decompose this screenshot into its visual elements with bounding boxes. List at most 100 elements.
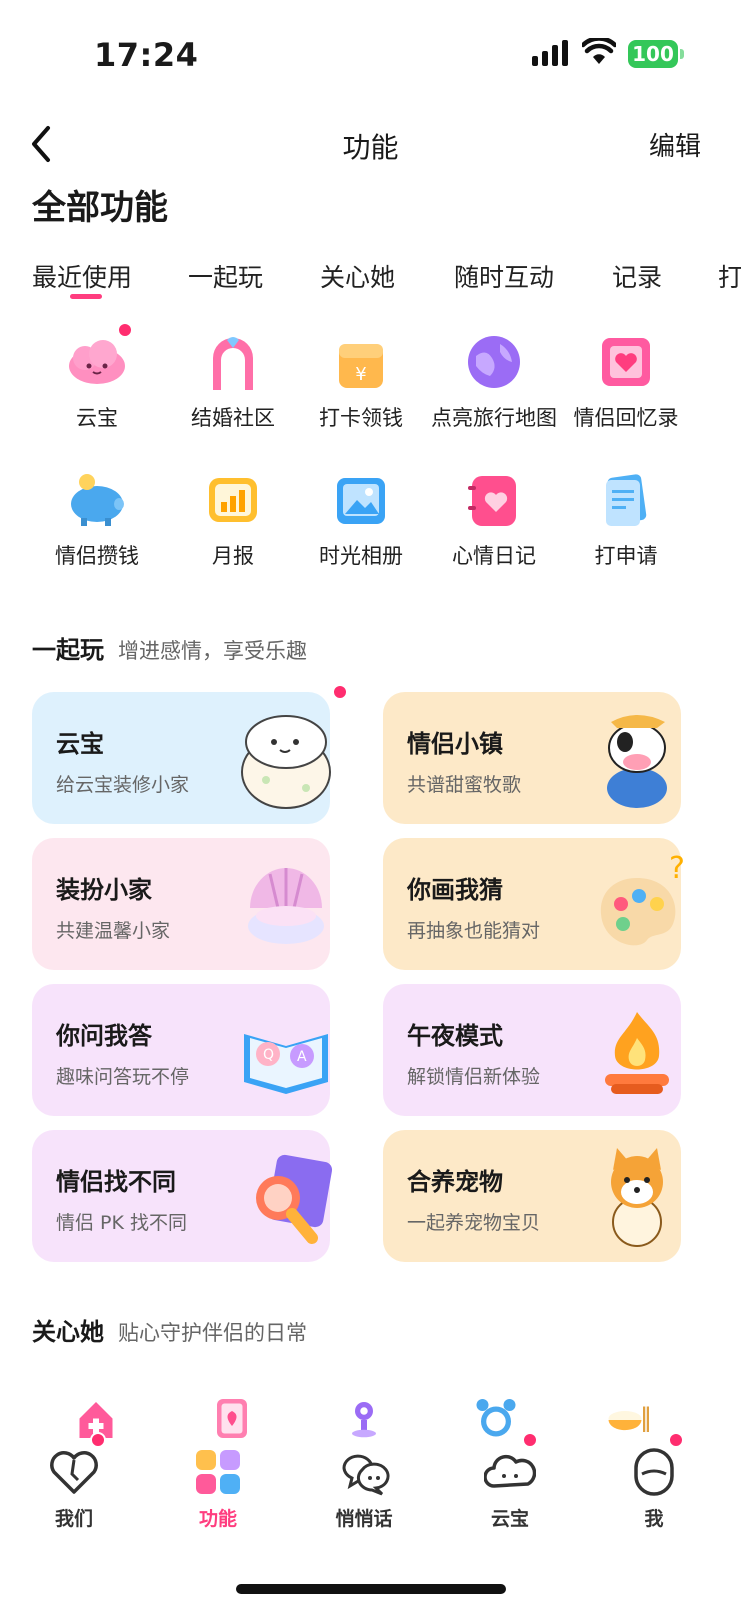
tab-care[interactable]: 关心她 — [320, 258, 395, 294]
status-bar: 17:24 100 — [0, 0, 741, 110]
section-play-title: 一起玩 — [32, 636, 104, 664]
recent-item-album[interactable]: 时光相册 — [291, 468, 431, 588]
coin-box-icon: ¥ — [339, 344, 383, 388]
recent-item-label: 打申请 — [594, 544, 658, 568]
notification-badge — [522, 1432, 538, 1448]
section-care-header: 关心她 贴心守护伴侣的日常 — [32, 1312, 307, 1347]
card-subtitle: 情侣 PK 找不同 — [56, 1212, 187, 1234]
section-play-header: 一起玩 增进感情，享受乐趣 — [32, 630, 307, 665]
heart-film-icon — [602, 338, 650, 386]
card-title: 装扮小家 — [56, 876, 152, 904]
cellular-signal-icon — [532, 40, 568, 66]
bottom-tab-label: 功能 — [198, 1508, 237, 1530]
magnifier-art — [256, 1154, 333, 1244]
card-subtitle: 共建温馨小家 — [56, 920, 171, 942]
card-subtitle: 解锁情侣新体验 — [407, 1066, 541, 1088]
recent-item-travel-map[interactable]: 点亮旅行地图 — [424, 330, 564, 450]
globe-icon — [468, 336, 520, 388]
bottom-tab-yunbao[interactable]: 云宝 — [440, 1432, 580, 1540]
recent-item-application[interactable]: 打申请 — [556, 468, 696, 588]
recent-item-wedding[interactable]: 结婚社区 — [163, 330, 303, 450]
battery-indicator: 100 — [628, 40, 684, 68]
recent-item-label: 结婚社区 — [191, 406, 275, 430]
tab-play[interactable]: 一起玩 — [188, 258, 263, 294]
card-subtitle: 再抽象也能猜对 — [407, 920, 541, 942]
page-title: 全部功能 — [32, 188, 168, 228]
recent-item-memoir[interactable]: 情侣回忆录 — [556, 330, 696, 450]
document-icon — [606, 474, 647, 526]
tab-more[interactable]: 打 — [718, 258, 741, 294]
card-yunbao[interactable]: 云宝 给云宝装修小家 — [32, 684, 348, 824]
notification-badge — [90, 1432, 106, 1448]
svg-text:?: ? — [669, 851, 685, 886]
card-raise-pet[interactable]: 合养宠物 一起养宠物宝贝 — [383, 1130, 681, 1262]
category-tabs: 最近使用 一起玩 关心她 随时互动 记录 打 — [32, 258, 741, 318]
bottom-tab-features[interactable]: 功能 — [148, 1440, 288, 1540]
bottom-tab-label: 我们 — [54, 1508, 93, 1530]
card-spot-difference[interactable]: 情侣找不同 情侣 PK 找不同 — [32, 1130, 333, 1262]
svg-text:¥: ¥ — [355, 364, 366, 385]
recent-item-savings[interactable]: 情侣攒钱 — [27, 468, 167, 588]
card-title: 午夜模式 — [407, 1022, 503, 1050]
recent-item-label: 情侣回忆录 — [573, 406, 679, 430]
card-qa[interactable]: 你问我答 趣味问答玩不停 Q A — [32, 984, 330, 1116]
card-subtitle: 给云宝装修小家 — [56, 774, 190, 796]
tab-interact[interactable]: 随时互动 — [454, 258, 554, 294]
notification-badge — [117, 322, 133, 338]
cloud-outline-icon — [484, 1454, 536, 1488]
card-title: 合养宠物 — [407, 1168, 503, 1196]
section-care-title: 关心她 — [32, 1318, 104, 1346]
bottom-tab-bar: 我们 功能 悄悄话 云宝 我 — [0, 1432, 741, 1606]
card-title: 你画我猜 — [407, 876, 503, 904]
piggy-bank-icon — [71, 474, 124, 526]
shell-bed-art — [248, 868, 324, 944]
edit-button[interactable]: 编辑 — [649, 126, 701, 163]
grid-squares-icon — [196, 1450, 240, 1494]
card-midnight-mode[interactable]: 午夜模式 解锁情侣新体验 — [383, 984, 681, 1116]
bottom-tab-label: 云宝 — [490, 1508, 529, 1530]
recent-item-monthly-report[interactable]: 月报 — [163, 468, 303, 588]
rice-bowl-icon[interactable] — [600, 1396, 656, 1438]
location-phone-icon[interactable] — [204, 1396, 260, 1438]
notification-badge — [668, 1432, 684, 1448]
wedding-arch-icon — [213, 337, 253, 390]
card-title: 云宝 — [56, 730, 104, 758]
card-decorate-home[interactable]: 装扮小家 共建温馨小家 — [32, 838, 330, 970]
tab-recent[interactable]: 最近使用 — [32, 258, 132, 294]
photo-album-icon — [337, 478, 385, 524]
card-title: 你问我答 — [56, 1022, 152, 1050]
recent-item-yunbao[interactable]: 云宝 — [27, 322, 167, 450]
nav-title: 功能 — [342, 131, 399, 164]
wifi-icon — [582, 38, 616, 64]
campfire-art — [605, 1012, 669, 1094]
recent-item-label: 月报 — [212, 544, 254, 568]
person-pin-icon[interactable] — [336, 1396, 392, 1438]
section-care-subtitle: 贴心守护伴侣的日常 — [118, 1321, 307, 1345]
recent-item-label: 心情日记 — [452, 544, 536, 568]
bottom-tab-me[interactable]: 我 — [584, 1432, 724, 1540]
alarm-clock-icon[interactable] — [468, 1396, 524, 1438]
recent-item-checkin[interactable]: ¥ 打卡领钱 — [291, 330, 431, 450]
card-couple-town[interactable]: 情侣小镇 共谱甜蜜牧歌 — [383, 692, 681, 824]
cloud-mascot-icon — [69, 340, 125, 384]
card-draw-guess[interactable]: 你画我猜 再抽象也能猜对 ? — [383, 838, 685, 970]
nav-bar: 功能 编辑 — [0, 110, 741, 180]
notification-badge — [332, 684, 348, 700]
recent-item-mood-diary[interactable]: 心情日记 — [424, 468, 564, 588]
tab-record[interactable]: 记录 — [612, 258, 662, 294]
chat-bubbles-icon — [342, 1454, 390, 1496]
svg-text:Q: Q — [263, 1047, 274, 1063]
bottom-tab-us[interactable]: 我们 — [4, 1432, 144, 1540]
bottom-tab-label: 悄悄话 — [335, 1508, 393, 1530]
face-outline-icon — [634, 1448, 674, 1496]
recent-item-label: 情侣攒钱 — [55, 544, 139, 568]
active-tab-indicator — [70, 294, 102, 299]
bottom-tab-whisper[interactable]: 悄悄话 — [294, 1440, 434, 1540]
cow-farmer-art — [607, 715, 667, 808]
qa-book-art: Q A — [244, 1034, 328, 1094]
card-title: 情侣小镇 — [407, 730, 503, 758]
status-time: 17:24 — [94, 36, 199, 74]
bottom-tab-label: 我 — [644, 1508, 664, 1530]
recent-item-label: 时光相册 — [319, 544, 403, 568]
card-subtitle: 共谱甜蜜牧歌 — [407, 774, 522, 796]
